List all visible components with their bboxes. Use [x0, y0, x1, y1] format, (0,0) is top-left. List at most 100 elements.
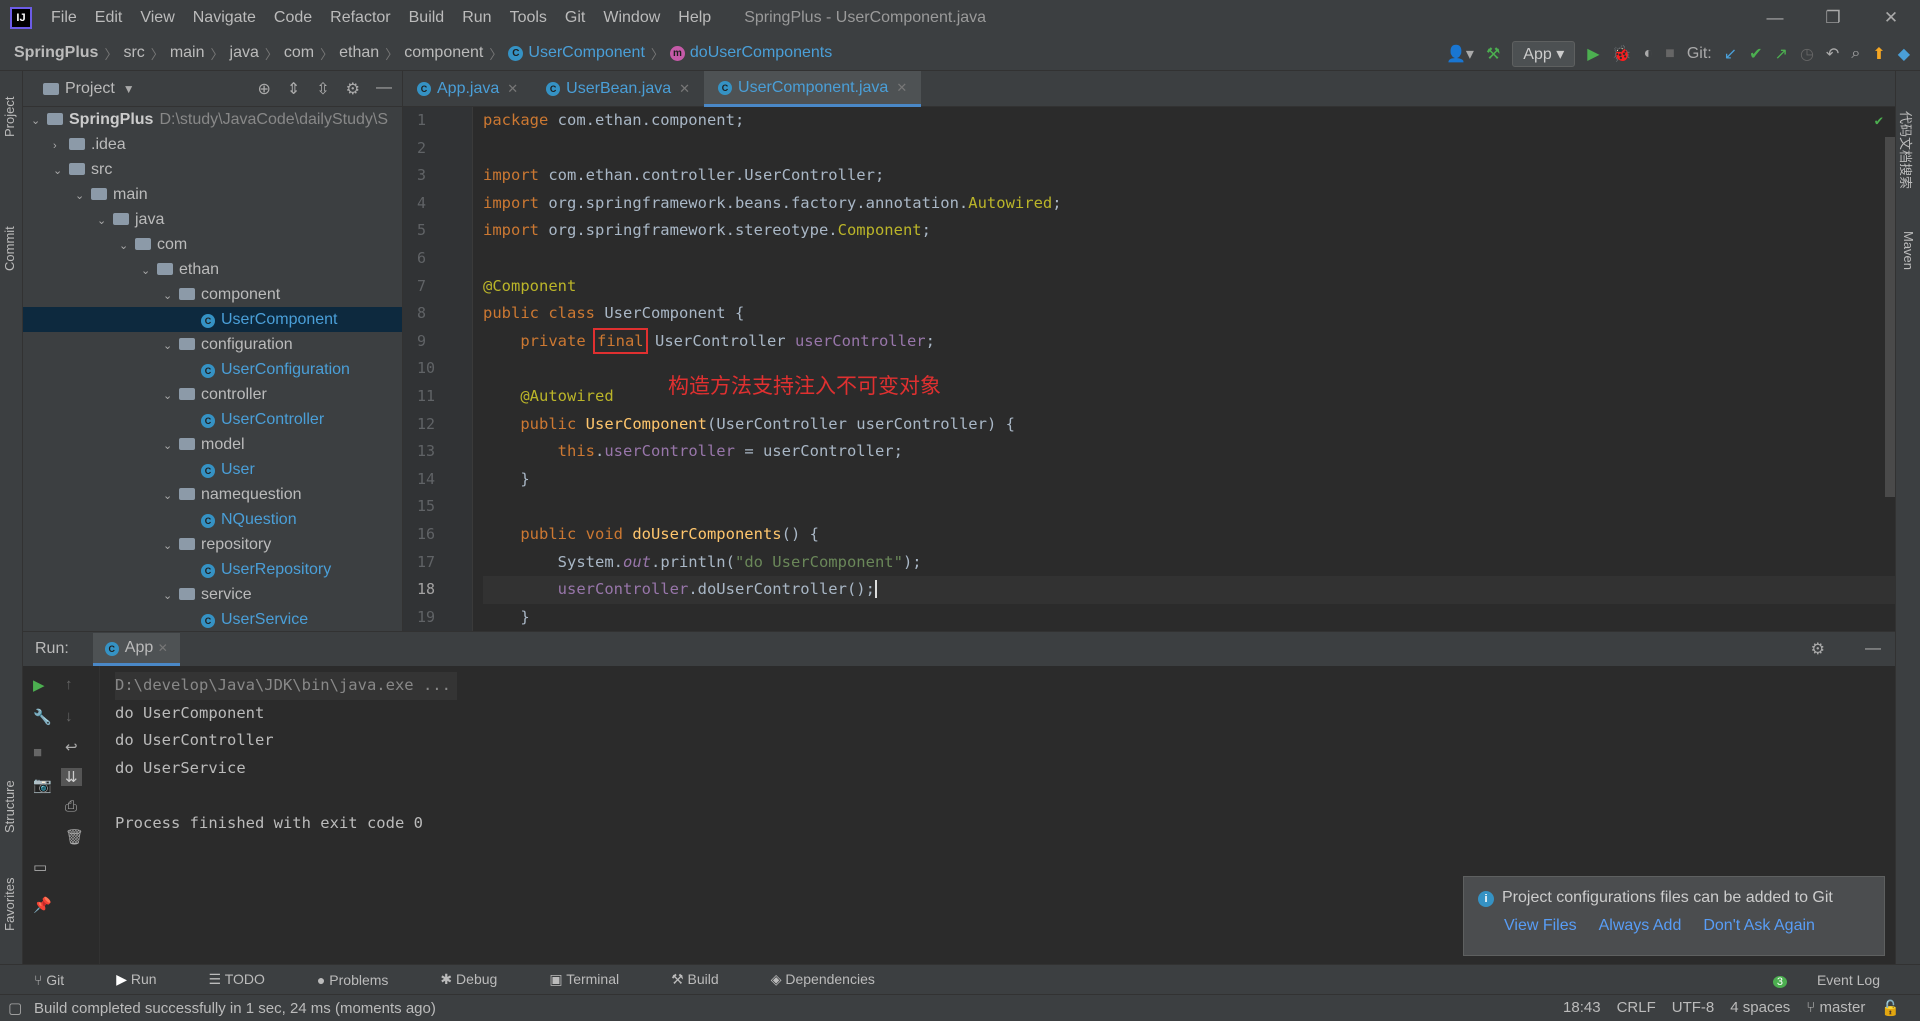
up-arrow-icon[interactable]: ↑ [65, 676, 73, 693]
pin-icon[interactable]: 📌 [33, 896, 52, 914]
build-hammer-icon[interactable]: ⚒ [1486, 44, 1500, 64]
tree-item-main[interactable]: ⌄ main [23, 182, 402, 207]
tree-item-com[interactable]: ⌄ com [23, 232, 402, 257]
debug-icon[interactable]: 🐞 [1612, 44, 1632, 64]
menu-edit[interactable]: Edit [86, 9, 132, 27]
tree-root[interactable]: ⌄ SpringPlus D:\study\JavaCode\dailyStudy\… [23, 107, 402, 132]
tree-item-java[interactable]: ⌄ java [23, 207, 402, 232]
menu-help[interactable]: Help [669, 9, 720, 27]
chevron-down-icon[interactable]: ⌄ [75, 184, 91, 209]
editor-scrollbar[interactable] [1885, 137, 1895, 497]
indent-setting[interactable]: 4 spaces [1730, 999, 1790, 1017]
down-arrow-icon[interactable]: ↓ [65, 708, 73, 725]
chevron-down-icon[interactable]: ⌄ [53, 159, 69, 184]
close-tab-icon[interactable]: ✕ [507, 81, 518, 97]
menu-refactor[interactable]: Refactor [321, 9, 399, 27]
git-push-icon[interactable]: ↗ [1775, 44, 1788, 64]
tree-item-ethan[interactable]: ⌄ ethan [23, 257, 402, 282]
git-branch[interactable]: ⑂ master [1806, 999, 1865, 1017]
hide-icon[interactable]: — [1865, 640, 1881, 658]
breadcrumb-com[interactable]: com [284, 44, 314, 62]
view-files-link[interactable]: View Files [1504, 917, 1577, 935]
chevron-down-icon[interactable]: ▼ [123, 82, 135, 96]
tree-item-src[interactable]: ⌄ src [23, 157, 402, 182]
breadcrumb-src[interactable]: src [123, 44, 144, 62]
git-update-icon[interactable]: ↙ [1724, 44, 1737, 64]
collapse-all-icon[interactable]: ⇳ [316, 79, 329, 99]
breadcrumb-method[interactable]: doUserComponents [690, 44, 832, 62]
tree-item-user[interactable]: C User [23, 457, 402, 482]
lock-icon[interactable]: 🔓 [1881, 999, 1900, 1017]
menu-navigate[interactable]: Navigate [184, 9, 265, 27]
tree-item-service[interactable]: ⌄ service [23, 582, 402, 607]
plugin-icon[interactable]: ◆ [1898, 44, 1910, 64]
hide-icon[interactable]: — [376, 79, 392, 99]
tree-item-nquestion[interactable]: C NQuestion [23, 507, 402, 532]
always-add-link[interactable]: Always Add [1599, 917, 1682, 935]
tool-tab-maven[interactable]: Maven [1901, 231, 1916, 270]
coverage-icon[interactable]: ◐ [1643, 45, 1653, 63]
tree-item-userrepository[interactable]: C UserRepository [23, 557, 402, 582]
chevron-down-icon[interactable]: ⌄ [163, 484, 179, 509]
close-tab-icon[interactable]: ✕ [158, 641, 168, 655]
tree-item-namequestion[interactable]: ⌄ namequestion [23, 482, 402, 507]
status-toggle-icon[interactable]: ▢ [8, 999, 22, 1017]
tool-tab-commit[interactable]: Commit [2, 226, 17, 271]
tree-item-usercomponent[interactable]: C UserComponent [23, 307, 402, 332]
dont-ask-again-link[interactable]: Don't Ask Again [1703, 917, 1815, 935]
tree-item-userconfiguration[interactable]: C UserConfiguration [23, 357, 402, 382]
chevron-down-icon[interactable]: ⌄ [163, 384, 179, 409]
caret-position[interactable]: 18:43 [1563, 999, 1601, 1017]
tool-tab-project[interactable]: Project [2, 97, 17, 137]
tab-usercomponent-java[interactable]: C UserComponent.java ✕ [704, 71, 922, 107]
git-history-icon[interactable]: ◷ [1800, 44, 1814, 64]
tree-item-repository[interactable]: ⌄ repository [23, 532, 402, 557]
chevron-down-icon[interactable]: ⌄ [163, 334, 179, 359]
code-editor[interactable]: 1 2 3 4 5 6 7 8 9 10 11 12 13 14 15 16 17 18 19 package co… [403, 107, 1895, 631]
line-separator[interactable]: CRLF [1617, 999, 1656, 1017]
breadcrumb-component[interactable]: component [404, 44, 483, 62]
update-icon[interactable]: ⬆ [1872, 44, 1885, 64]
tree-item-controller[interactable]: ⌄ controller [23, 382, 402, 407]
tool-event-log[interactable]: 3 Event Log [1772, 972, 1906, 988]
close-tab-icon[interactable]: ✕ [896, 80, 907, 96]
tree-item-userservice[interactable]: C UserService [23, 607, 402, 632]
menu-git[interactable]: Git [556, 9, 594, 27]
tree-item-configuration[interactable]: ⌄ configuration [23, 332, 402, 357]
run-icon[interactable]: ▶ [1587, 44, 1599, 64]
tree-item-model[interactable]: ⌄ model [23, 432, 402, 457]
git-commit-icon[interactable]: ✔ [1749, 44, 1762, 64]
breadcrumb-ethan[interactable]: ethan [339, 44, 379, 62]
locate-icon[interactable]: ⊕ [257, 79, 270, 99]
close-tab-icon[interactable]: ✕ [679, 81, 690, 97]
tool-tab-structure[interactable]: Structure [2, 780, 17, 833]
tool-todo[interactable]: ☰ TODO [209, 971, 291, 988]
rerun-icon[interactable]: ▶ [33, 676, 45, 694]
menu-file[interactable]: File [42, 9, 86, 27]
git-rollback-icon[interactable]: ↶ [1826, 44, 1839, 64]
stop-icon[interactable]: ■ [33, 744, 42, 761]
tool-build[interactable]: ⚒ Build [671, 971, 745, 988]
layout-icon[interactable]: ▭ [33, 858, 47, 876]
tool-debug[interactable]: ✱ Debug [440, 971, 523, 988]
tab-userbean-java[interactable]: C UserBean.java ✕ [532, 71, 704, 107]
tree-item-idea[interactable]: › .idea [23, 132, 402, 157]
tool-dependencies[interactable]: ◈ Dependencies [771, 971, 901, 988]
chevron-down-icon[interactable]: ⌄ [141, 259, 157, 284]
tool-terminal[interactable]: ▣ Terminal [549, 971, 645, 988]
search-icon[interactable]: ⌕ [1851, 45, 1860, 63]
tool-tab-code-doc-search[interactable]: 代码文档搜索 [1897, 111, 1916, 189]
status-message[interactable]: Build completed successfully in 1 sec, 2… [34, 1000, 436, 1017]
run-configuration-select[interactable]: App ▾ [1512, 40, 1576, 67]
chevron-down-icon[interactable]: ⌄ [97, 209, 113, 234]
menu-view[interactable]: View [131, 9, 183, 27]
wrench-icon[interactable]: 🔧 [33, 708, 52, 726]
breadcrumb-java[interactable]: java [230, 44, 259, 62]
menu-run[interactable]: Run [453, 9, 500, 27]
restore-icon[interactable]: ❐ [1804, 8, 1862, 28]
menu-build[interactable]: Build [400, 9, 454, 27]
console-output[interactable]: D:\develop\Java\JDK\bin\java.exe ... do … [115, 672, 457, 838]
breadcrumb-project[interactable]: SpringPlus [14, 44, 98, 62]
soft-wrap-icon[interactable]: ↩ [65, 738, 78, 756]
code-content[interactable]: package com.ethan.component; import com.… [483, 107, 1895, 631]
